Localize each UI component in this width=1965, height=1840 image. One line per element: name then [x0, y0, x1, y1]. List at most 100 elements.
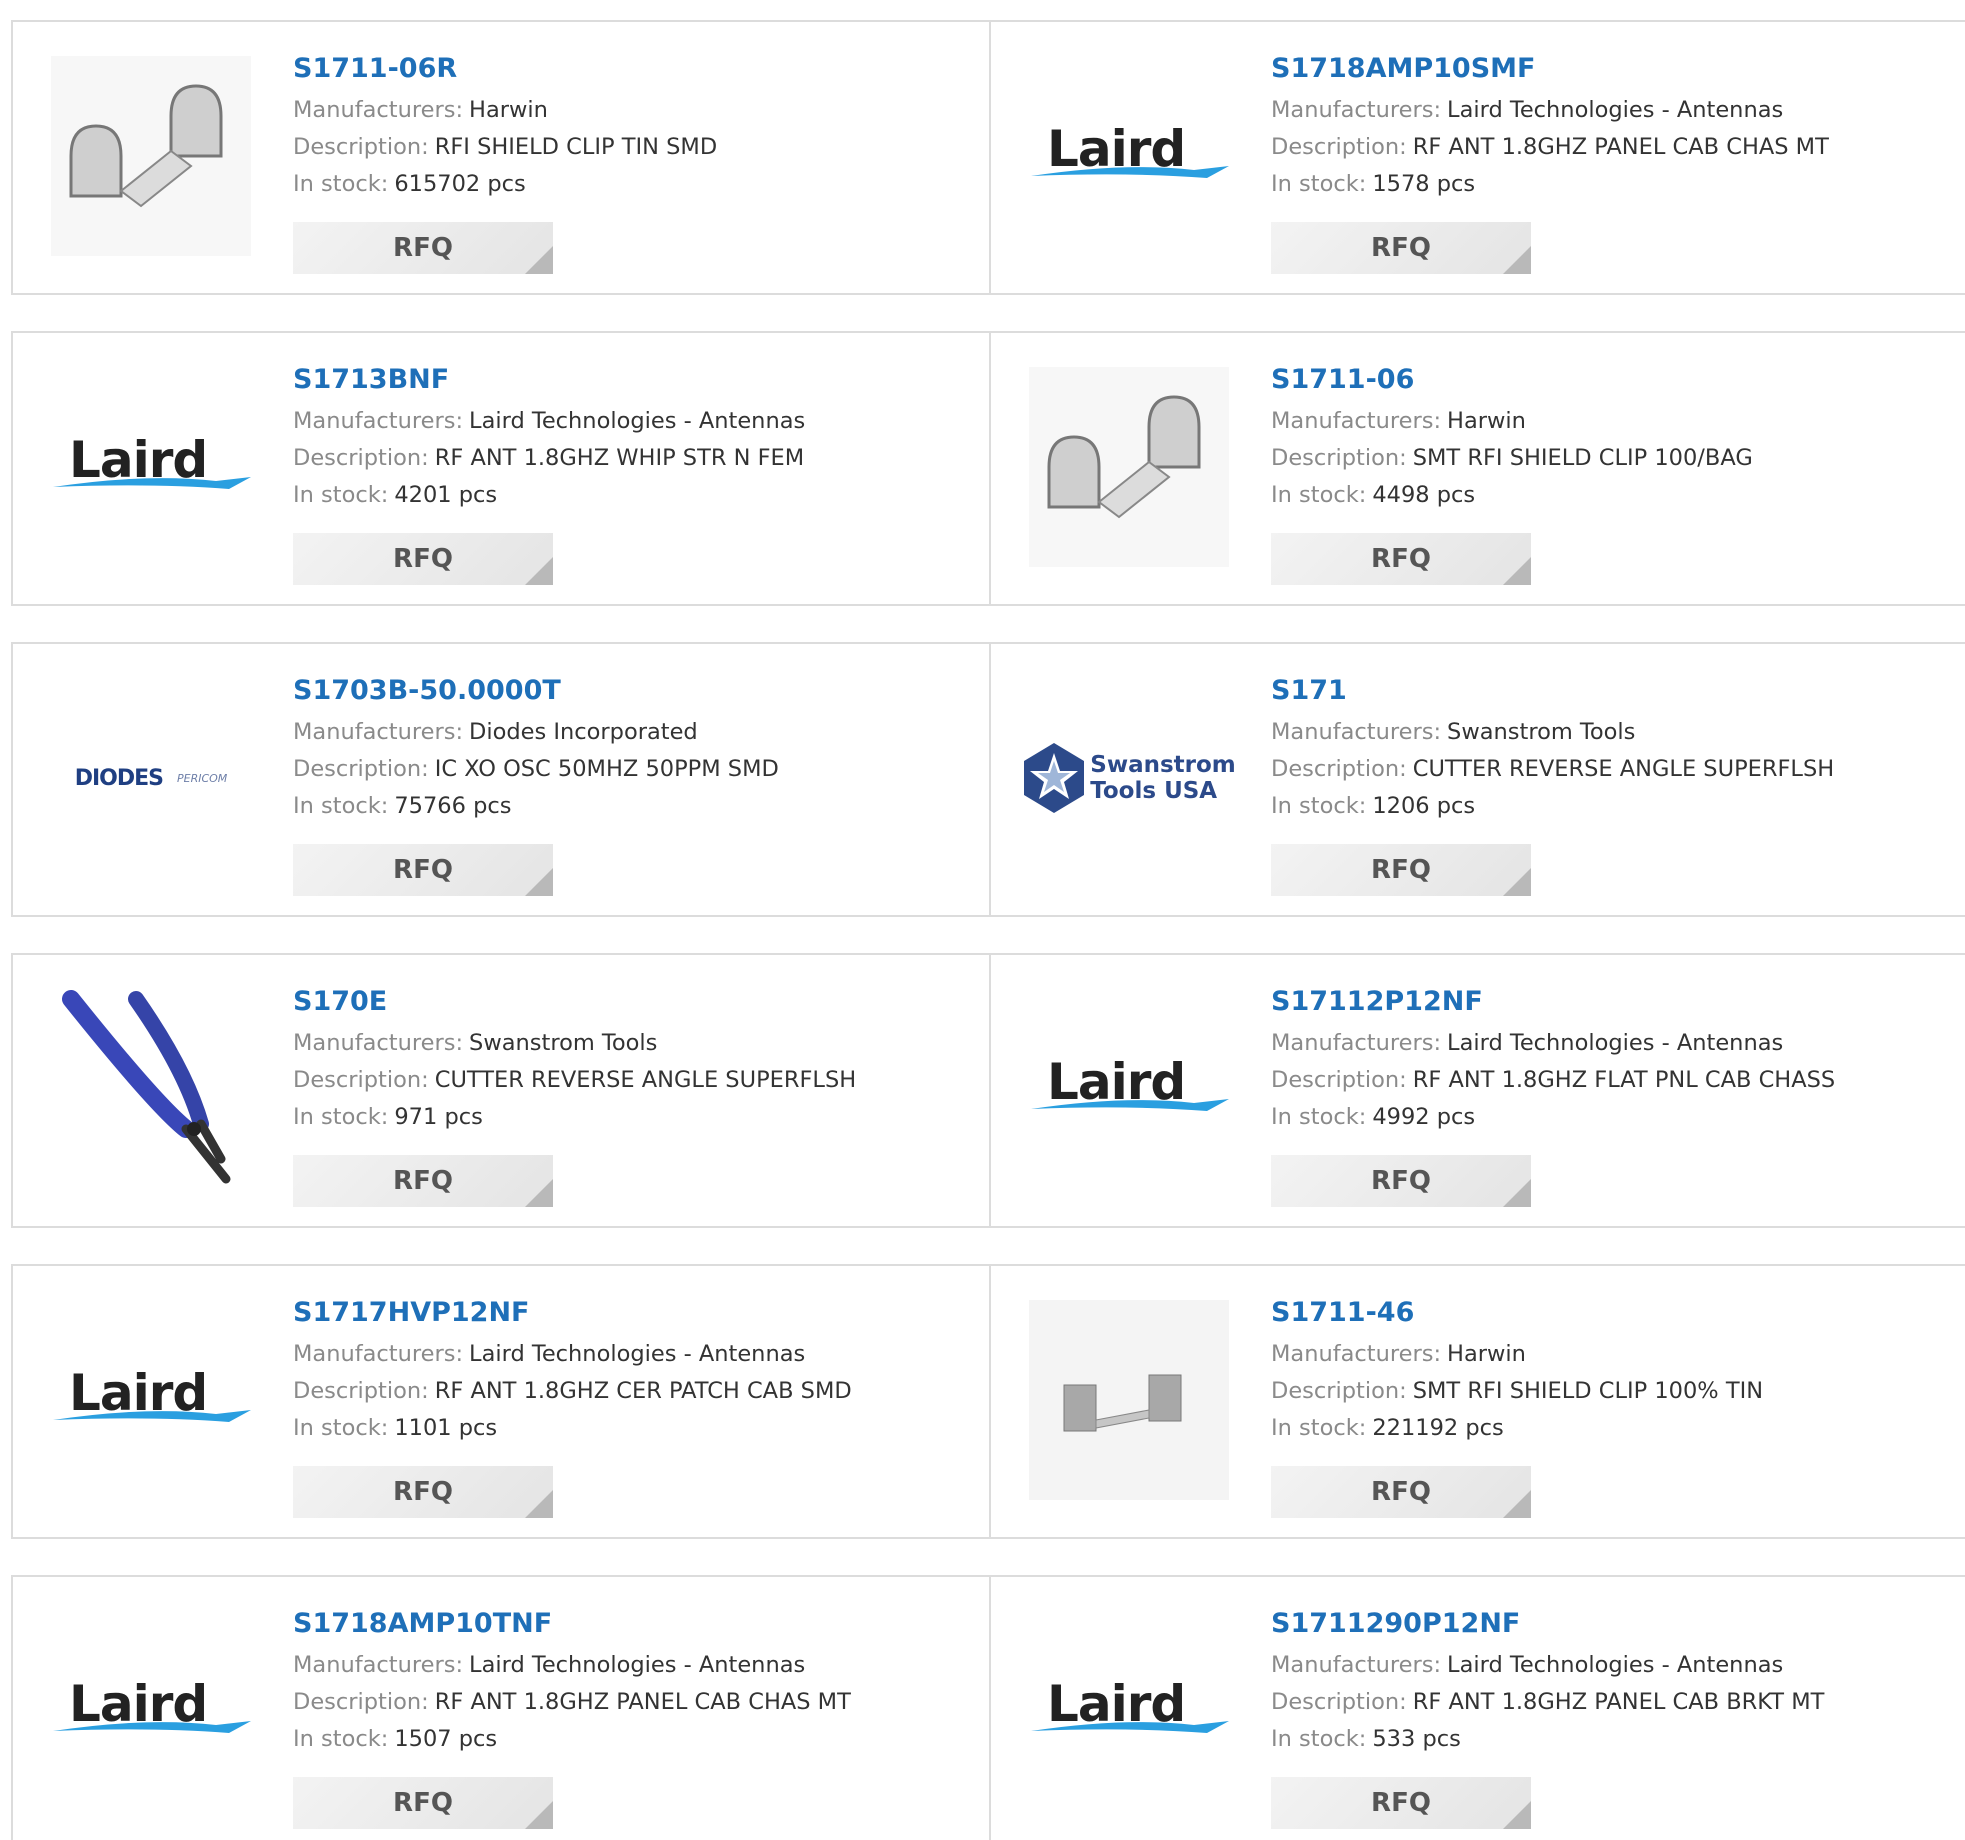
- part-number-link[interactable]: S1717HVP12NF: [293, 1296, 973, 1336]
- description-label: Description:: [293, 445, 429, 471]
- stock-label: In stock:: [293, 793, 389, 819]
- manufacturer-label: Manufacturers:: [293, 1030, 464, 1056]
- product-image[interactable]: [1029, 367, 1229, 567]
- rfq-label: RFQ: [393, 1166, 453, 1196]
- description-line: Description: CUTTER REVERSE ANGLE SUPERFL…: [293, 1062, 973, 1099]
- laird-logo: Laird: [1029, 1049, 1229, 1129]
- rfq-button[interactable]: RFQ: [1271, 1466, 1531, 1518]
- rfq-label: RFQ: [393, 1477, 453, 1507]
- corner-fold-icon: [525, 1490, 553, 1518]
- description-value: RF ANT 1.8GHZ FLAT PNL CAB CHASS: [1412, 1067, 1836, 1093]
- part-number-link[interactable]: S171: [1271, 674, 1951, 714]
- product-image[interactable]: Swanstrom Tools USA: [1024, 678, 1236, 878]
- description-line: Description: RF ANT 1.8GHZ PANEL CAB BRKT…: [1271, 1684, 1951, 1721]
- product-info: S171 Manufacturers: Swanstrom Tools Descrip…: [1271, 674, 1951, 825]
- part-number-link[interactable]: S1718AMP10TNF: [293, 1607, 973, 1647]
- stock-value: 4201 pcs: [394, 482, 498, 508]
- rfq-button[interactable]: RFQ: [1271, 1155, 1531, 1207]
- laird-logo: Laird: [1029, 1671, 1229, 1751]
- product-card: Laird S1718AMP10TNF Manufacturers: Laird Te…: [11, 1575, 991, 1840]
- part-number-link[interactable]: S1713BNF: [293, 363, 973, 403]
- rfq-button[interactable]: RFQ: [1271, 533, 1531, 585]
- description-line: Description: IC XO OSC 50MHZ 50PPM SMD: [293, 751, 973, 788]
- description-label: Description:: [1271, 1378, 1407, 1404]
- rfq-button[interactable]: RFQ: [293, 844, 553, 896]
- stock-label: In stock:: [293, 1104, 389, 1130]
- rfq-label: RFQ: [393, 1788, 453, 1818]
- product-image[interactable]: Laird: [1029, 989, 1229, 1189]
- manufacturer-label: Manufacturers:: [1271, 1341, 1442, 1367]
- description-value: CUTTER REVERSE ANGLE SUPERFLSH: [1412, 756, 1835, 782]
- description-value: CUTTER REVERSE ANGLE SUPERFLSH: [434, 1067, 857, 1093]
- description-label: Description:: [1271, 445, 1407, 471]
- corner-fold-icon: [525, 246, 553, 274]
- product-image[interactable]: Laird: [1029, 1611, 1229, 1811]
- manufacturer-label: Manufacturers:: [1271, 719, 1442, 745]
- product-image[interactable]: Laird: [51, 1300, 251, 1500]
- stock-value: 75766 pcs: [394, 793, 512, 819]
- stock-line: In stock: 4498 pcs: [1271, 477, 1951, 514]
- product-image[interactable]: DIODES PERICOM: [51, 678, 251, 878]
- product-card: Laird S1718AMP10SMF Manufacturers: Laird Te…: [989, 20, 1965, 295]
- product-row: DIODES PERICOM S1703B-50.0000T Manufacturer…: [11, 642, 1965, 917]
- part-number-link[interactable]: S17112P12NF: [1271, 985, 1951, 1025]
- laird-logo: Laird: [51, 1360, 251, 1440]
- rfq-button[interactable]: RFQ: [293, 1466, 553, 1518]
- part-number-link[interactable]: S1711-06: [1271, 363, 1951, 403]
- product-image[interactable]: Laird: [1029, 56, 1229, 256]
- stock-label: In stock:: [1271, 793, 1367, 819]
- product-info: S1711-06 Manufacturers: Harwin Description:…: [1271, 363, 1951, 514]
- product-image[interactable]: [1029, 1300, 1229, 1500]
- description-line: Description: RF ANT 1.8GHZ WHIP STR N FEM: [293, 440, 973, 477]
- laird-swoosh-icon: [1031, 166, 1229, 178]
- part-number-link[interactable]: S1718AMP10SMF: [1271, 52, 1951, 92]
- manufacturer-value: Harwin: [469, 97, 548, 123]
- stock-label: In stock:: [293, 1415, 389, 1441]
- stock-line: In stock: 1101 pcs: [293, 1410, 973, 1447]
- cutter-tool-image: [62, 990, 231, 1184]
- manufacturer-value: Swanstrom Tools: [469, 1030, 658, 1056]
- stock-value: 4498 pcs: [1372, 482, 1476, 508]
- rfq-button[interactable]: RFQ: [1271, 1777, 1531, 1829]
- product-image[interactable]: [51, 56, 251, 256]
- product-card: S170E Manufacturers: Swanstrom Tools Descri…: [11, 953, 991, 1228]
- manufacturer-value: Laird Technologies - Antennas: [469, 408, 806, 434]
- corner-fold-icon: [1503, 557, 1531, 585]
- product-image[interactable]: [51, 989, 251, 1189]
- stock-line: In stock: 75766 pcs: [293, 788, 973, 825]
- rfq-button[interactable]: RFQ: [293, 222, 553, 274]
- stock-value: 4992 pcs: [1372, 1104, 1476, 1130]
- laird-swoosh-icon: [1031, 1099, 1229, 1111]
- part-number-link[interactable]: S1711290P12NF: [1271, 1607, 1951, 1647]
- stock-line: In stock: 221192 pcs: [1271, 1410, 1951, 1447]
- rfq-button[interactable]: RFQ: [293, 1155, 553, 1207]
- stock-line: In stock: 615702 pcs: [293, 166, 973, 203]
- description-label: Description:: [1271, 1067, 1407, 1093]
- stock-value: 971 pcs: [394, 1104, 483, 1130]
- stock-value: 1578 pcs: [1372, 171, 1476, 197]
- swanstrom-logo: Swanstrom Tools USA: [1022, 741, 1236, 815]
- corner-fold-icon: [1503, 1801, 1531, 1829]
- corner-fold-icon: [1503, 246, 1531, 274]
- description-line: Description: RF ANT 1.8GHZ PANEL CAB CHAS…: [293, 1684, 973, 1721]
- manufacturer-label: Manufacturers:: [293, 97, 464, 123]
- product-info: S1717HVP12NF Manufacturers: Laird Technolo…: [293, 1296, 973, 1447]
- stock-label: In stock:: [1271, 1726, 1367, 1752]
- manufacturer-value: Laird Technologies - Antennas: [469, 1652, 806, 1678]
- rfq-button[interactable]: RFQ: [293, 533, 553, 585]
- product-image[interactable]: Laird: [51, 367, 251, 567]
- description-line: Description: RF ANT 1.8GHZ CER PATCH CAB …: [293, 1373, 973, 1410]
- part-number-link[interactable]: S1711-46: [1271, 1296, 1951, 1336]
- laird-swoosh-icon: [53, 1721, 251, 1733]
- manufacturer-line: Manufacturers: Diodes Incorporated: [293, 714, 973, 751]
- shield-clip-image: [1029, 367, 1229, 567]
- part-number-link[interactable]: S1703B-50.0000T: [293, 674, 973, 714]
- rfq-button[interactable]: RFQ: [293, 1777, 553, 1829]
- description-line: Description: SMT RFI SHIELD CLIP 100/BAG: [1271, 440, 1951, 477]
- description-value: RFI SHIELD CLIP TIN SMD: [434, 134, 718, 160]
- rfq-button[interactable]: RFQ: [1271, 222, 1531, 274]
- part-number-link[interactable]: S1711-06R: [293, 52, 973, 92]
- part-number-link[interactable]: S170E: [293, 985, 973, 1025]
- rfq-button[interactable]: RFQ: [1271, 844, 1531, 896]
- product-image[interactable]: Laird: [51, 1611, 251, 1811]
